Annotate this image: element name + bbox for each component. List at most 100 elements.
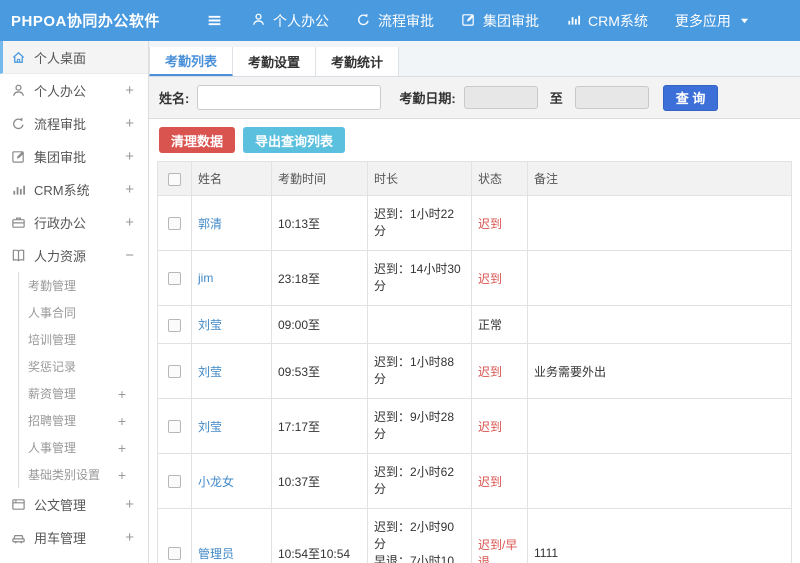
sidebar-subitem-training-management[interactable]: 培训管理 — [18, 326, 148, 353]
sidebar-item-label: 人事合同 — [28, 306, 77, 320]
time-cell: 09:00至 — [271, 305, 368, 344]
sidebar-item-document-management[interactable]: 公文管理 + — [0, 488, 148, 521]
book-icon — [10, 248, 26, 263]
duration-line: 迟到：14小时30分 — [374, 262, 461, 293]
sidebar-subitem-personnel-management[interactable]: 人事管理 + — [18, 434, 148, 461]
sidebar-subitem-attendance-management[interactable]: 考勤管理 — [18, 272, 148, 299]
tab-attendance-list[interactable]: 考勤列表 — [149, 47, 234, 76]
employee-name-link[interactable]: 小龙女 — [198, 475, 234, 489]
employee-name-link[interactable]: jim — [198, 271, 213, 285]
employee-name-link[interactable]: 刘莹 — [198, 420, 222, 434]
sidebar-item-crm-system[interactable]: CRM系统 + — [0, 173, 148, 206]
duration-cell: 迟到：2小时62分 — [367, 453, 472, 509]
main-content: 考勤列表 考勤设置 考勤统计 姓名: 考勤日期: 至 查 询 清理数据 导出查询列表 — [149, 41, 800, 563]
employee-name-link[interactable]: 刘莹 — [198, 318, 222, 332]
sidebar-item-label: 招聘管理 — [28, 414, 77, 428]
nav-item-personal-office[interactable]: 个人办公 — [251, 11, 329, 31]
collapse-minus-icon[interactable]: − — [125, 247, 134, 264]
sidebar-item-label: 公文管理 — [34, 498, 87, 513]
sidebar-item-label: 集团审批 — [34, 150, 87, 165]
expand-plus-icon[interactable]: + — [125, 181, 134, 198]
sidebar-item-admin-office[interactable]: 行政办公 + — [0, 206, 148, 239]
row-checkbox[interactable] — [168, 272, 181, 286]
flow-icon — [10, 116, 26, 131]
time-cell: 10:13至 — [271, 195, 368, 251]
sidebar-item-group-approval[interactable]: 集团审批 + — [0, 140, 148, 173]
name-label: 姓名: — [159, 91, 190, 106]
duration-line: 迟到：2小时90分 — [374, 520, 455, 551]
duration-line: 迟到：9小时28分 — [374, 410, 455, 441]
expand-plus-icon[interactable]: + — [125, 529, 134, 546]
sidebar-item-personal-desktop[interactable]: 个人桌面 — [0, 41, 148, 74]
duration-line: 迟到：1小时22分 — [374, 207, 455, 238]
status-cell: 迟到/早退 — [471, 508, 528, 563]
date-to-label: 至 — [549, 91, 563, 106]
sidebar-subitem-recruitment-management[interactable]: 招聘管理 + — [18, 407, 148, 434]
employee-name-link[interactable]: 郭清 — [198, 217, 222, 231]
nav-item-workflow-approval[interactable]: 流程审批 — [356, 11, 434, 31]
row-checkbox[interactable] — [168, 217, 181, 231]
chart-icon — [566, 12, 581, 30]
time-cell: 10:37至 — [271, 453, 368, 509]
nav-item-label: 更多应用 — [674, 12, 731, 29]
sidebar-item-human-resources[interactable]: 人力资源 − — [0, 239, 148, 272]
table-row: 郭清 10:13至 迟到：1小时22分 迟到 — [157, 195, 792, 251]
row-checkbox[interactable] — [168, 475, 181, 489]
sidebar-item-workflow-approval[interactable]: 流程审批 + — [0, 107, 148, 140]
nav-item-label: 个人办公 — [273, 12, 329, 29]
sidebar-item-vehicle-management[interactable]: 用车管理 + — [0, 521, 148, 554]
filter-form: 姓名: 考勤日期: 至 查 询 — [149, 77, 800, 119]
nav-item-more-apps[interactable]: 更多应用 — [675, 11, 749, 31]
row-checkbox[interactable] — [168, 365, 181, 379]
expand-plus-icon[interactable]: + — [125, 148, 134, 165]
expand-plus-icon[interactable]: + — [125, 115, 134, 132]
menu-icon[interactable] — [206, 12, 223, 29]
row-checkbox[interactable] — [168, 420, 181, 434]
tab-attendance-stats[interactable]: 考勤统计 — [316, 47, 400, 76]
status-cell: 迟到 — [471, 398, 528, 454]
sidebar-subitem-basic-category-settings[interactable]: 基础类别设置 + — [18, 461, 148, 488]
employee-name-link[interactable]: 管理员 — [198, 547, 234, 561]
export-list-button[interactable]: 导出查询列表 — [243, 127, 346, 153]
nav-item-group-approval[interactable]: 集团审批 — [461, 11, 539, 31]
note-cell — [527, 305, 792, 344]
note-cell: 1111 — [527, 508, 792, 563]
employee-name-link[interactable]: 刘莹 — [198, 365, 222, 379]
name-cell: 管理员 — [191, 508, 272, 563]
expand-plus-icon[interactable]: + — [125, 82, 134, 99]
select-all-checkbox[interactable] — [168, 172, 181, 186]
sidebar-item-label: 流程审批 — [34, 117, 87, 132]
row-checkbox[interactable] — [168, 318, 181, 332]
row-checkbox[interactable] — [168, 547, 181, 561]
top-header: PHPOA协同办公软件 个人办公 流程审批 集团审批 CRM系统 更多应用 — [0, 0, 800, 41]
status-cell: 迟到 — [471, 343, 528, 399]
search-button[interactable]: 查 询 — [662, 84, 719, 111]
name-input[interactable] — [197, 85, 382, 110]
column-header: 时长 — [367, 161, 472, 196]
status-cell: 迟到 — [471, 195, 528, 251]
date-end-input[interactable] — [574, 86, 649, 109]
table-row: 小龙女 10:37至 迟到：2小时62分 迟到 — [157, 453, 792, 509]
column-header: 状态 — [471, 161, 528, 196]
expand-plus-icon[interactable]: + — [118, 386, 126, 402]
expand-plus-icon[interactable]: + — [118, 467, 126, 483]
status-cell: 迟到 — [471, 453, 528, 509]
expand-plus-icon[interactable]: + — [118, 413, 126, 429]
name-cell: 刘莹 — [191, 305, 272, 344]
expand-plus-icon[interactable]: + — [118, 440, 126, 456]
expand-plus-icon[interactable]: + — [125, 496, 134, 513]
app-body: 个人桌面 个人办公 + 流程审批 + 集团审批 + CRM系统 + 行政办公 + 人力资源 − 考勤管理人… — [0, 41, 800, 563]
sidebar-item-label: 基础类别设置 — [28, 468, 101, 482]
date-start-input[interactable] — [463, 86, 538, 109]
note-cell — [527, 453, 792, 509]
sidebar-item-personal-office[interactable]: 个人办公 + — [0, 74, 148, 107]
tab-attendance-settings[interactable]: 考勤设置 — [233, 47, 317, 76]
sidebar-subitem-reward-punishment[interactable]: 奖惩记录 — [18, 353, 148, 380]
clean-data-button[interactable]: 清理数据 — [159, 127, 236, 153]
nav-item-crm-system[interactable]: CRM系统 — [566, 11, 648, 31]
user-icon — [10, 83, 26, 98]
briefcase-icon — [10, 215, 26, 230]
sidebar-subitem-salary-management[interactable]: 薪资管理 + — [18, 380, 148, 407]
sidebar-subitem-personnel-contract[interactable]: 人事合同 — [18, 299, 148, 326]
expand-plus-icon[interactable]: + — [125, 214, 134, 231]
